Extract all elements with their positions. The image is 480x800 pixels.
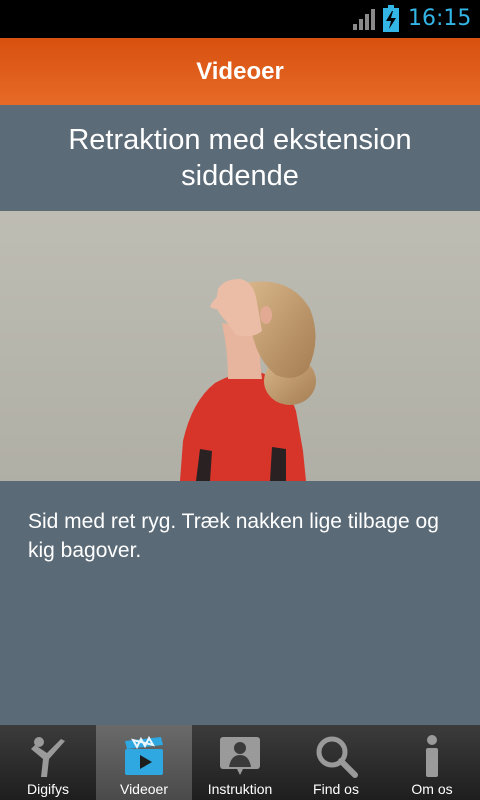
tab-find-os[interactable]: Find os: [288, 725, 384, 800]
tab-label: Find os: [313, 781, 359, 797]
status-bar: 16:15: [0, 0, 480, 38]
battery-charging-icon: [383, 5, 399, 32]
exercise-title-panel: Retraktion med ekstension siddende: [0, 105, 480, 211]
tab-label: Videoer: [119, 781, 168, 797]
video-player[interactable]: [0, 211, 480, 481]
instruction-person-icon: [220, 737, 260, 775]
bottom-tab-bar: Digifys Videoer Instruktion Find os Om o…: [0, 725, 480, 800]
tab-instruktion[interactable]: Instruktion: [192, 725, 288, 800]
tab-om-os[interactable]: Om os: [384, 725, 480, 800]
video-clapper-icon: [125, 735, 163, 775]
signal-icon: [353, 9, 375, 30]
tab-label: Instruktion: [207, 781, 273, 797]
page-title: Videoer: [196, 57, 284, 85]
search-icon: [316, 736, 358, 778]
screen: 16:15 Videoer Retraktion med ekstension …: [0, 0, 480, 800]
exercise-title: Retraktion med ekstension siddende: [68, 124, 412, 192]
clock: 16:15: [408, 6, 472, 31]
action-bar: Videoer: [0, 38, 480, 105]
tab-label: Om os: [411, 781, 453, 797]
exercise-description-panel: Sid med ret ryg. Træk nakken lige tilbag…: [0, 481, 480, 725]
info-icon: [426, 735, 438, 777]
exercise-description: Sid med ret ryg. Træk nakken lige tilbag…: [28, 510, 439, 562]
tab-digifys[interactable]: Digifys: [0, 725, 96, 800]
video-frame-image: [0, 211, 480, 481]
tab-videoer[interactable]: Videoer: [96, 725, 192, 800]
digifys-logo-icon: [31, 737, 65, 777]
tab-label: Digifys: [26, 781, 69, 797]
